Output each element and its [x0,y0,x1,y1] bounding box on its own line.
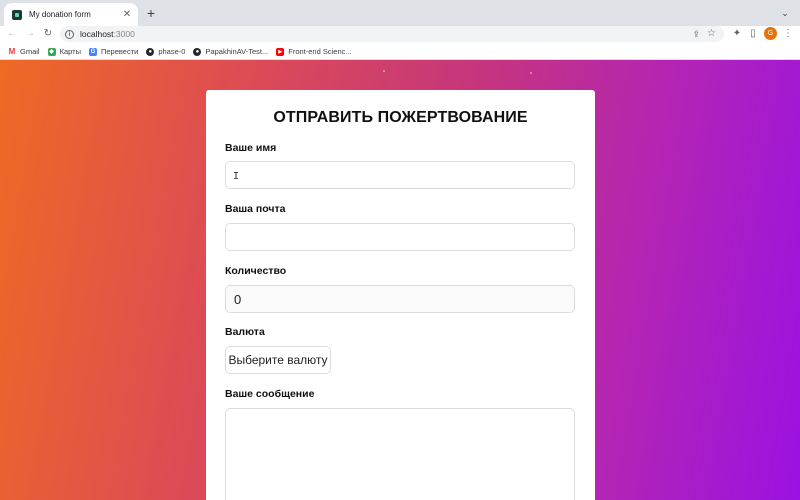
profile-avatar[interactable]: G [764,27,777,40]
background-dot [530,72,532,74]
form-title: ОТПРАВИТЬ ПОЖЕРТВОВАНИЕ [273,109,528,126]
browser-tab-strip: My donation form ✕ + ⌄ [0,0,800,26]
email-label: Ваша почта [225,203,286,215]
currency-label: Валюта [225,326,265,338]
page-background: ОТПРАВИТЬ ПОЖЕРТВОВАНИЕ Ваше имя I Ваша … [0,60,800,500]
close-tab-icon[interactable]: ✕ [119,9,135,20]
maps-icon: ◆ [47,47,56,56]
tab-search-chevron-icon[interactable]: ⌄ [778,6,792,20]
side-panel-icon[interactable]: ▯ [745,26,761,42]
youtube-icon: ▶ [276,47,285,56]
tab-favicon-icon [12,9,22,20]
bookmark-front-end-science[interactable]: ▶ Front-end Scienc... [276,47,352,56]
amount-input[interactable] [225,285,575,313]
amount-label: Количество [225,265,287,277]
name-label: Ваше имя [225,142,277,154]
email-input[interactable] [225,223,575,251]
gmail-icon: M [8,46,16,56]
address-bar[interactable]: i localhost:3000 ⇪ ☆ [60,26,724,42]
name-input[interactable] [225,161,575,189]
donation-form-card: ОТПРАВИТЬ ПОЖЕРТВОВАНИЕ Ваше имя I Ваша … [206,90,595,500]
github-icon: ● [146,47,155,56]
bookmarks-bar: M Gmail ◆ Карты G Перевести ● phase-0 ● … [0,44,800,60]
site-info-icon[interactable]: i [65,29,74,39]
bookmark-gmail[interactable]: M Gmail [8,47,40,56]
tab-title: My donation form [29,10,91,19]
forward-arrow-icon[interactable]: → [22,26,38,42]
bookmark-label: PapakhinAV-Test... [205,47,269,56]
address-host: localhost [80,29,114,39]
select-currency-button[interactable]: Выберите валюту [225,346,331,374]
bookmark-phase-0[interactable]: ● phase-0 [146,47,185,56]
bookmark-label: phase-0 [158,47,186,56]
browser-toolbar: ← → ↻ i localhost:3000 ⇪ ☆ ✦ ▯ G ⋮ [0,26,800,42]
bookmark-translate[interactable]: G Перевести [88,47,139,56]
translate-icon: G [88,47,97,56]
github-icon: ● [193,47,202,56]
address-port: :3000 [113,29,135,39]
browser-tab[interactable]: My donation form ✕ [4,3,138,26]
message-label: Ваше сообщение [225,388,315,400]
extensions-puzzle-icon[interactable]: ✦ [729,26,745,42]
bookmark-maps[interactable]: ◆ Карты [47,47,81,56]
bookmark-label: Front-end Scienc... [288,47,352,56]
bookmark-label: Gmail [20,47,40,56]
more-menu-icon[interactable]: ⋮ [780,26,796,42]
message-textarea[interactable] [225,408,575,500]
back-arrow-icon[interactable]: ← [4,26,20,42]
bookmark-star-icon[interactable]: ☆ [707,26,716,42]
bookmark-label: Карты [59,47,81,56]
share-icon[interactable]: ⇪ [692,26,700,42]
reload-icon[interactable]: ↻ [40,26,56,42]
bookmark-label: Перевести [100,47,139,56]
bookmark-papakhinav-test[interactable]: ● PapakhinAV-Test... [193,47,268,56]
background-dot [383,70,385,72]
new-tab-button[interactable]: + [143,5,159,21]
